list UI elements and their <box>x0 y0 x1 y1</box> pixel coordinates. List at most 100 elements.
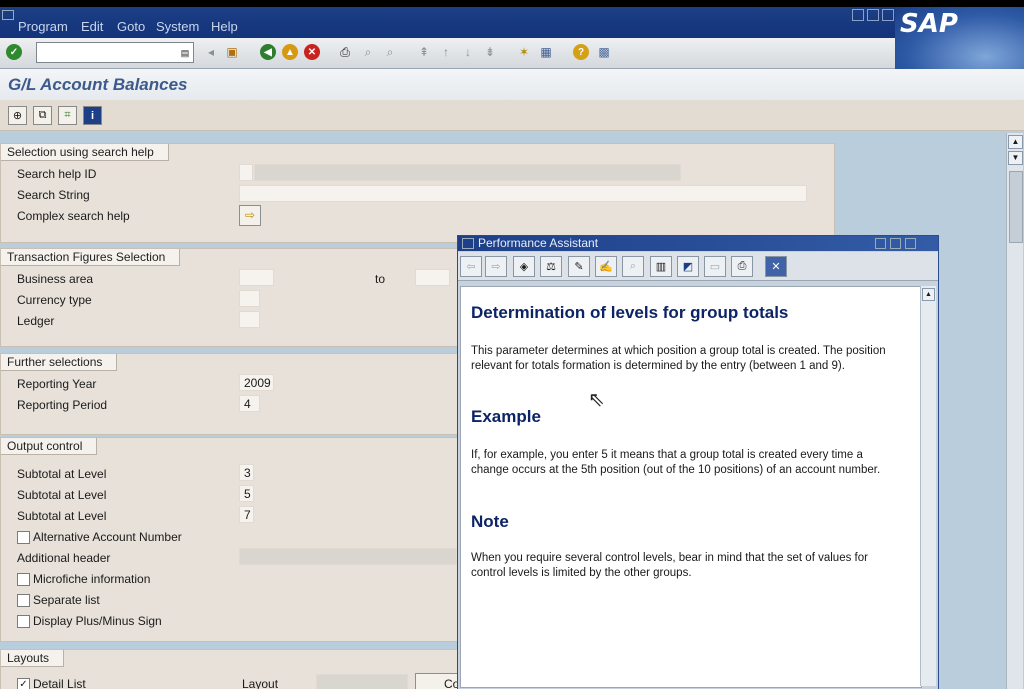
restore-icon[interactable] <box>867 9 879 21</box>
reporting-period-field[interactable]: 4 <box>239 395 260 412</box>
standard-toolbar: ✓ ▤ ◂ ▣ ◀ ▲ ✕ ⎙ ⌕ ⌕ ⇞ ↑ ↓ ⇟ ✶ ▦ ? ▩ <box>0 38 895 69</box>
layout-menu-icon[interactable]: ▩ <box>596 44 612 60</box>
system-menu-icon[interactable] <box>2 10 14 20</box>
menu-bar: Program Edit Goto System Help <box>0 7 1024 38</box>
first-page-icon[interactable]: ⇞ <box>416 44 432 60</box>
back-icon[interactable]: ◀ <box>260 44 276 60</box>
page-title: G/L Account Balances <box>8 75 188 94</box>
reporting-period-label: Reporting Period <box>17 398 108 412</box>
selection-options-icon[interactable]: ⌗ <box>58 106 77 125</box>
minimize-icon[interactable] <box>875 238 886 249</box>
close-window-icon[interactable] <box>882 9 894 21</box>
menu-help[interactable]: Help <box>211 19 238 34</box>
window-icon <box>462 238 474 249</box>
currency-type-field[interactable] <box>239 290 260 307</box>
scroll-up-icon[interactable]: ▲ <box>922 288 935 301</box>
last-page-icon[interactable]: ⇟ <box>482 44 498 60</box>
close-icon[interactable] <box>905 238 916 249</box>
menu-goto[interactable]: Goto <box>117 19 145 34</box>
menu-edit[interactable]: Edit <box>81 19 103 34</box>
collapse-icon[interactable]: ◂ <box>203 44 219 60</box>
scroll-up-icon[interactable]: ▲ <box>1008 135 1023 149</box>
group-header: Layouts <box>1 650 65 667</box>
performance-assistant-title: Performance Assistant <box>478 236 599 250</box>
find-icon[interactable]: ⌕ <box>360 44 376 60</box>
business-area-from-field[interactable] <box>239 269 274 286</box>
search-icon[interactable]: ⌕ <box>622 256 644 277</box>
back-arrow-icon[interactable]: ⇦ <box>460 256 482 277</box>
help-paragraph-3: When you require several control levels,… <box>471 552 868 579</box>
help-settings-icon[interactable]: ⚖ <box>540 256 562 277</box>
arrow-right-icon: ⇨ <box>244 208 256 222</box>
detail-list-checkbox[interactable]: ✓ <box>17 678 30 689</box>
complex-search-help-button[interactable]: ⇨ <box>239 205 261 226</box>
search-help-id-description <box>254 164 681 181</box>
maximize-icon[interactable] <box>890 238 901 249</box>
ledger-field[interactable] <box>239 311 260 328</box>
layout-field[interactable] <box>316 674 408 689</box>
performance-assistant-window: Performance Assistant ⇦ ⇨ ◈ ⚖ ✎ ✍ ⌕ ▥ ◩ … <box>457 235 939 689</box>
print-icon[interactable]: ⎙ <box>731 256 753 277</box>
glossary-icon[interactable]: ✍ <box>595 256 617 277</box>
mouse-pointer-icon: ⇖ <box>588 389 605 411</box>
reporting-year-field[interactable]: 2009 <box>239 374 274 391</box>
enter-check-icon[interactable]: ✓ <box>6 44 22 60</box>
performance-assistant-titlebar: Performance Assistant <box>458 236 938 251</box>
search-help-id-field[interactable] <box>239 164 253 181</box>
vertical-scrollbar[interactable]: ▲ ▼ <box>1006 133 1023 689</box>
separate-list-label: Separate list <box>33 593 100 607</box>
next-page-icon[interactable]: ↓ <box>460 44 476 60</box>
title-bar: G/L Account Balances <box>0 69 1024 100</box>
additional-header-field[interactable] <box>239 548 457 565</box>
group-header: Selection using search help <box>1 144 169 161</box>
menu-system[interactable]: System <box>156 19 199 34</box>
create-session-icon[interactable]: ✶ <box>516 44 532 60</box>
detail-list-label: Detail List <box>33 677 86 689</box>
plus-minus-sign-label: Display Plus/Minus Sign <box>33 614 162 628</box>
save-icon[interactable]: ▣ <box>224 44 240 60</box>
help-heading-main: Determination of levels for group totals <box>471 303 789 322</box>
sap-logo-text: SAP <box>900 9 958 39</box>
previous-page-icon[interactable]: ↑ <box>438 44 454 60</box>
scroll-down-icon[interactable]: ▼ <box>1008 151 1023 165</box>
help-heading-note: Note <box>471 512 509 531</box>
alternative-account-checkbox[interactable] <box>17 531 30 544</box>
find-next-icon[interactable]: ⌕ <box>382 44 398 60</box>
menu-program[interactable]: Program <box>18 19 68 34</box>
plus-minus-sign-checkbox[interactable] <box>17 615 30 628</box>
technical-info-icon[interactable]: ◈ <box>513 256 535 277</box>
sap-logo: SAP <box>895 7 1024 69</box>
help-icon[interactable]: ? <box>573 44 589 60</box>
forward-arrow-icon[interactable]: ⇨ <box>485 256 507 277</box>
bookmark-icon[interactable]: ◩ <box>677 256 699 277</box>
close-help-icon[interactable]: ✕ <box>765 256 787 277</box>
shortcut-icon[interactable]: ▦ <box>538 44 554 60</box>
group-header: Transaction Figures Selection <box>1 249 181 266</box>
separate-list-checkbox[interactable] <box>17 594 30 607</box>
command-field[interactable] <box>36 42 194 63</box>
help-scrollbar[interactable]: ▲ <box>920 286 936 686</box>
exit-icon[interactable]: ▲ <box>282 44 298 60</box>
search-string-field[interactable] <box>239 185 807 202</box>
get-variant-icon[interactable]: ⧉ <box>33 106 52 125</box>
to-label: to <box>375 272 386 286</box>
complex-search-help-label: Complex search help <box>17 209 130 223</box>
print-icon[interactable]: ⎙ <box>337 44 353 60</box>
cancel-icon[interactable]: ✕ <box>304 44 320 60</box>
edit-icon[interactable]: ✎ <box>568 256 590 277</box>
help-content: Determination of levels for group totals… <box>460 286 922 688</box>
execute-icon[interactable]: ⊕ <box>8 106 27 125</box>
command-history-icon[interactable]: ▤ <box>177 45 193 61</box>
book-icon[interactable]: ▥ <box>650 256 672 277</box>
subtotal-level-1-field[interactable]: 3 <box>239 464 254 481</box>
microfiche-checkbox[interactable] <box>17 573 30 586</box>
info-icon[interactable]: i <box>83 106 102 125</box>
sap-gui-window: Program Edit Goto System Help SAP ✓ ▤ ◂ … <box>0 7 1024 689</box>
scroll-thumb[interactable] <box>1009 171 1023 243</box>
search-string-label: Search String <box>17 188 90 202</box>
subtotal-level-2-field[interactable]: 5 <box>239 485 254 502</box>
subtotal-level-3-field[interactable]: 7 <box>239 506 254 523</box>
copy-icon[interactable]: ▭ <box>704 256 726 277</box>
business-area-to-field[interactable] <box>415 269 450 286</box>
minimize-icon[interactable] <box>852 9 864 21</box>
